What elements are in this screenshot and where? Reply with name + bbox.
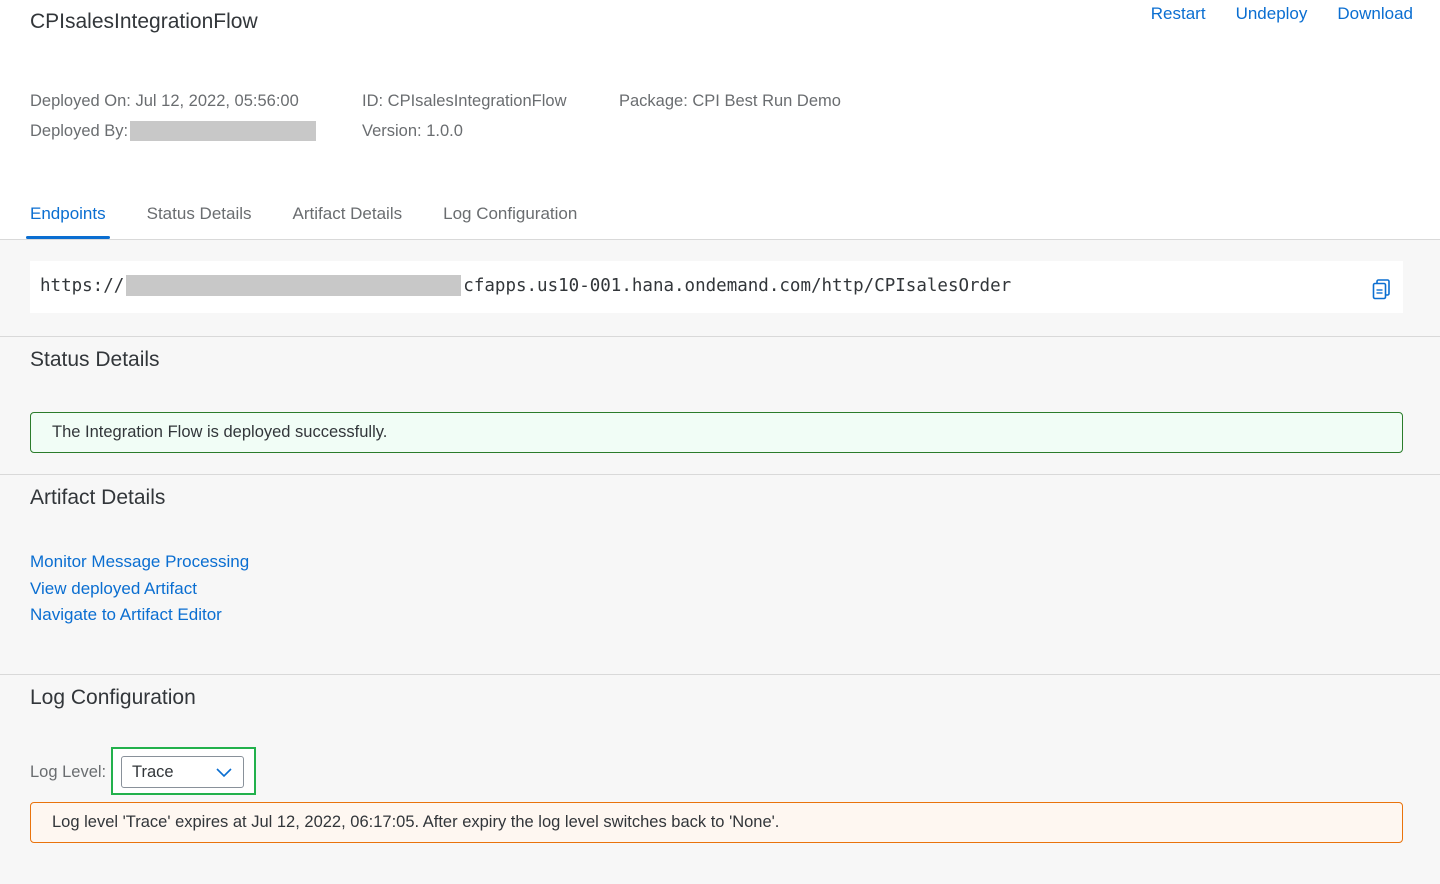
artifact-id: ID: CPIsalesIntegrationFlow: [362, 92, 567, 110]
section-divider: [0, 474, 1440, 475]
view-deployed-artifact-link[interactable]: View deployed Artifact: [30, 576, 249, 603]
warning-message-text: Log level 'Trace' expires at Jul 12, 202…: [52, 813, 780, 831]
log-level-label: Log Level:: [30, 763, 107, 781]
endpoint-url: https:// cfapps.us10-001.hana.ondemand.c…: [40, 275, 1011, 296]
tab-endpoints[interactable]: Endpoints: [26, 192, 110, 240]
copy-icon[interactable]: [1371, 278, 1393, 300]
endpoint-suffix: cfapps.us10-001.hana.ondemand.com/http/C…: [463, 275, 1012, 296]
endpoint-prefix: https://: [40, 275, 125, 296]
package-name: Package: CPI Best Run Demo: [619, 92, 841, 110]
artifact-details-title: Artifact Details: [30, 486, 166, 509]
artifact-version: Version: 1.0.0: [362, 122, 463, 140]
success-message-text: The Integration Flow is deployed success…: [52, 423, 388, 441]
chevron-down-icon: [216, 768, 232, 778]
log-level-value: Trace: [132, 763, 174, 781]
object-page-header: CPIsalesIntegrationFlow Restart Undeploy…: [0, 0, 1440, 240]
artifact-links: Monitor Message Processing View deployed…: [30, 549, 249, 629]
page-content: https:// cfapps.us10-001.hana.ondemand.c…: [0, 240, 1440, 884]
log-level-select[interactable]: Trace: [121, 756, 244, 788]
log-configuration-title: Log Configuration: [30, 686, 196, 709]
deployed-on: Deployed On: Jul 12, 2022, 05:56:00: [30, 92, 299, 110]
monitor-message-processing-link[interactable]: Monitor Message Processing: [30, 549, 249, 576]
package-info: Package: CPI Best Run Demo: [619, 86, 841, 116]
tab-status-details[interactable]: Status Details: [143, 192, 256, 240]
redacted-user: [130, 121, 317, 141]
download-button[interactable]: Download: [1337, 3, 1413, 25]
tab-log-configuration[interactable]: Log Configuration: [439, 192, 581, 240]
deployed-by: Deployed By:: [30, 116, 317, 146]
header-actions: Restart Undeploy Download: [1151, 3, 1413, 25]
restart-button[interactable]: Restart: [1151, 3, 1206, 25]
navigate-to-artifact-editor-link[interactable]: Navigate to Artifact Editor: [30, 602, 249, 629]
endpoint-field: https:// cfapps.us10-001.hana.ondemand.c…: [30, 261, 1403, 313]
tab-bar: Endpoints Status Details Artifact Detail…: [26, 192, 614, 240]
section-divider: [0, 674, 1440, 675]
tab-artifact-details[interactable]: Artifact Details: [289, 192, 407, 240]
section-divider: [0, 336, 1440, 337]
status-details-title: Status Details: [30, 348, 160, 371]
page-title: CPIsalesIntegrationFlow: [30, 10, 258, 33]
artifact-info: ID: CPIsalesIntegrationFlow Version: 1.0…: [362, 86, 567, 146]
success-message-strip: The Integration Flow is deployed success…: [30, 412, 1403, 453]
warning-message-strip: Log level 'Trace' expires at Jul 12, 202…: [30, 802, 1403, 843]
deployed-by-label: Deployed By:: [30, 122, 129, 140]
deployment-info: Deployed On: Jul 12, 2022, 05:56:00 Depl…: [30, 86, 317, 146]
redacted-host: [126, 275, 462, 296]
undeploy-button[interactable]: Undeploy: [1236, 3, 1308, 25]
